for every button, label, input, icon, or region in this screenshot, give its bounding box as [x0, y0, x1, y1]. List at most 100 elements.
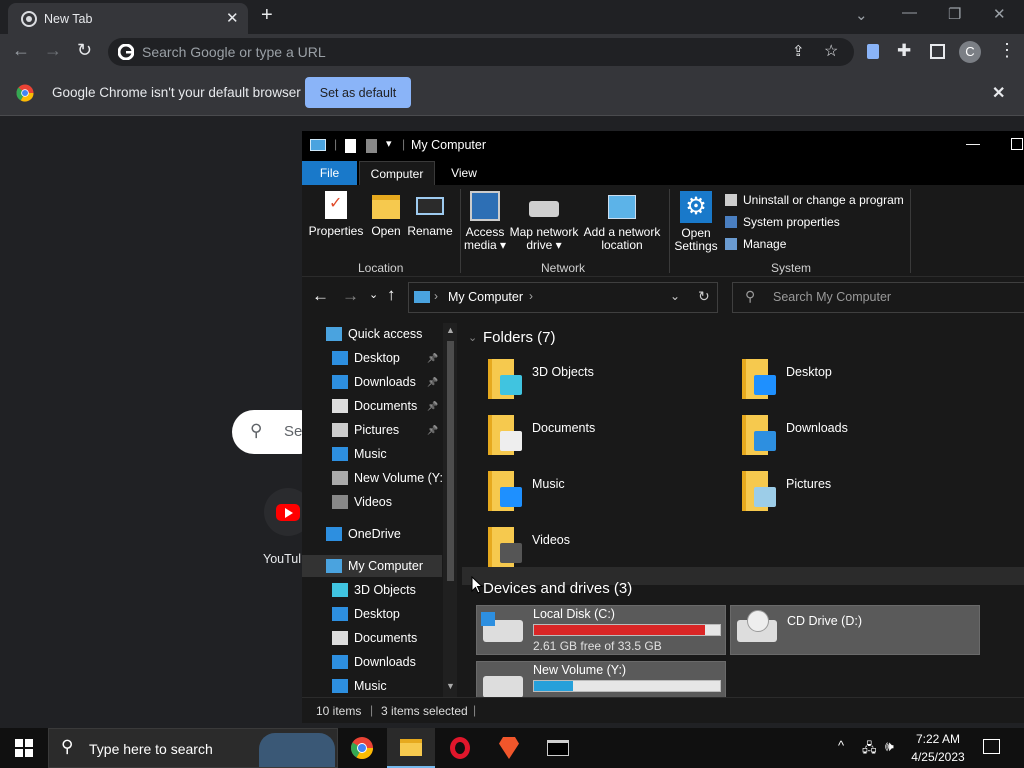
hard-drive-icon: [481, 612, 523, 642]
customize-qat-icon[interactable]: ▾: [386, 137, 392, 150]
nav-item[interactable]: 3D Objects: [332, 579, 416, 601]
nav-item[interactable]: Videos: [332, 491, 392, 513]
bookmark-star-icon[interactable]: ☆: [824, 41, 838, 61]
search-box[interactable]: ⚲ Search My Computer: [732, 282, 1024, 313]
music-icon: [332, 679, 348, 693]
folder-item[interactable]: Documents: [486, 413, 595, 461]
side-panel-icon[interactable]: [930, 44, 945, 59]
nav-item[interactable]: Downloads: [332, 651, 416, 673]
menu-kebab-icon[interactable]: ⋮: [998, 40, 1016, 61]
folder-item[interactable]: 3D Objects: [486, 357, 594, 405]
drive-tile[interactable]: Local Disk (C:) 2.61 GB free of 33.5 GB: [476, 605, 726, 655]
show-hidden-icons[interactable]: ^: [838, 738, 844, 753]
status-selected-count: 3 items selected: [381, 704, 468, 718]
address-bar[interactable]: › My Computer › ⌄ ↻: [408, 282, 718, 313]
folder-item[interactable]: Music: [486, 469, 565, 517]
minimize-icon[interactable]: —: [902, 4, 917, 21]
back-icon[interactable]: ←: [12, 40, 30, 61]
nav-item[interactable]: Quick access: [326, 323, 422, 345]
add-network-location-button[interactable]: Add a network location: [582, 191, 662, 252]
nav-item[interactable]: Desktop 📌: [332, 347, 438, 369]
notifications-icon[interactable]: [983, 739, 1000, 754]
up-folder-icon[interactable]: ↑: [387, 285, 396, 305]
taskbar-search-box[interactable]: ⚲ Type here to search: [48, 728, 338, 768]
scroll-down-icon[interactable]: ▼: [446, 681, 455, 691]
omnibox[interactable]: Search Google or type a URL ⇪ ☆: [108, 38, 854, 66]
clock-date[interactable]: 4/25/2023: [905, 750, 971, 764]
map-network-drive-button[interactable]: Map network drive ▾: [508, 191, 580, 252]
document-icon: [332, 631, 348, 645]
profile-avatar[interactable]: C: [959, 41, 981, 63]
address-dropdown-icon[interactable]: ⌄: [670, 289, 680, 303]
uninstall-program-button[interactable]: Uninstall or change a program: [725, 193, 904, 207]
reload-icon[interactable]: ↻: [77, 40, 92, 61]
drive-free-space: 2.61 GB free of 33.5 GB: [533, 639, 662, 653]
nav-item-label: New Volume (Y:): [354, 471, 448, 485]
open-settings-button[interactable]: ⚙ Open Settings: [674, 191, 718, 253]
computer-icon: [310, 139, 326, 151]
nav-item[interactable]: Documents: [332, 627, 417, 649]
scroll-up-icon[interactable]: ▲: [446, 325, 455, 335]
access-media-button[interactable]: Access media ▾: [462, 191, 508, 252]
taskbar-opera[interactable]: [436, 728, 484, 768]
restore-icon[interactable]: ❐: [948, 5, 961, 23]
nav-item[interactable]: Music: [332, 443, 387, 465]
search-icon: ⚲: [250, 421, 263, 440]
nav-item[interactable]: My Computer: [302, 555, 442, 577]
folder-item[interactable]: Desktop: [740, 357, 832, 405]
folder-item[interactable]: Downloads: [740, 413, 848, 461]
folder-item[interactable]: Pictures: [740, 469, 831, 517]
taskbar-file-explorer[interactable]: [387, 728, 435, 768]
close-infobar-icon[interactable]: ✕: [992, 83, 1005, 103]
taskbar-brave[interactable]: [485, 728, 533, 768]
properties-button[interactable]: ✓ Properties: [308, 191, 364, 238]
close-window-icon[interactable]: ✕: [993, 5, 1006, 23]
open-button[interactable]: Open: [368, 191, 404, 238]
nav-back-icon[interactable]: ←: [312, 286, 329, 306]
close-tab-icon[interactable]: ✕: [226, 9, 239, 27]
nav-forward-icon[interactable]: →: [342, 286, 359, 306]
nav-scrollbar[interactable]: ▲ ▼: [443, 323, 457, 697]
nav-item-label: OneDrive: [348, 527, 401, 541]
nav-item[interactable]: Pictures 📌: [332, 419, 438, 441]
puzzle-icon[interactable]: ✚: [897, 41, 911, 61]
clock-time[interactable]: 7:22 AM: [905, 732, 971, 746]
new-tab-button[interactable]: +: [261, 4, 273, 27]
refresh-icon[interactable]: ↻: [698, 288, 710, 305]
recent-locations-icon[interactable]: ⌄: [369, 288, 378, 301]
nav-item[interactable]: Downloads 📌: [332, 371, 438, 393]
volume-icon[interactable]: 🕪: [885, 738, 894, 755]
extension-icon[interactable]: [867, 44, 879, 59]
taskbar-chrome[interactable]: [338, 728, 386, 768]
tab-file[interactable]: File: [302, 161, 357, 185]
set-as-default-button[interactable]: Set as default: [305, 77, 411, 108]
scroll-thumb[interactable]: [447, 341, 454, 581]
tab-view[interactable]: View: [439, 161, 489, 185]
forward-icon[interactable]: →: [44, 40, 62, 61]
taskbar-terminal[interactable]: [534, 728, 582, 768]
folders-collapse-icon[interactable]: ⌄: [468, 331, 477, 344]
nav-item[interactable]: Desktop: [332, 603, 400, 625]
manage-button[interactable]: Manage: [725, 237, 786, 251]
tab-computer[interactable]: Computer: [359, 161, 435, 185]
start-button[interactable]: [0, 728, 48, 768]
new-folder-quick-icon[interactable]: [366, 139, 377, 153]
tab-new-tab[interactable]: New Tab ✕: [8, 3, 248, 34]
share-icon[interactable]: ⇪: [792, 42, 805, 60]
properties-quick-icon[interactable]: [345, 139, 356, 153]
folder-item[interactable]: Videos: [486, 525, 570, 573]
tab-search-icon[interactable]: ⌄: [855, 6, 868, 24]
rename-button[interactable]: Rename: [406, 191, 454, 238]
nav-item[interactable]: Music: [332, 675, 387, 697]
drive-name: CD Drive (D:): [787, 614, 862, 628]
drive-tile[interactable]: CD Drive (D:): [730, 605, 980, 655]
nav-item[interactable]: OneDrive: [326, 523, 401, 545]
network-icon[interactable]: 🖧: [862, 739, 877, 761]
nav-item[interactable]: New Volume (Y:): [332, 467, 447, 489]
system-properties-button[interactable]: System properties: [725, 215, 840, 229]
explorer-minimize-icon[interactable]: —: [966, 135, 980, 151]
taskbar-search-icon: ⚲: [61, 737, 74, 756]
explorer-maximize-icon[interactable]: [1011, 138, 1023, 150]
nav-item[interactable]: Documents 📌: [332, 395, 438, 417]
google-icon: [118, 44, 134, 60]
